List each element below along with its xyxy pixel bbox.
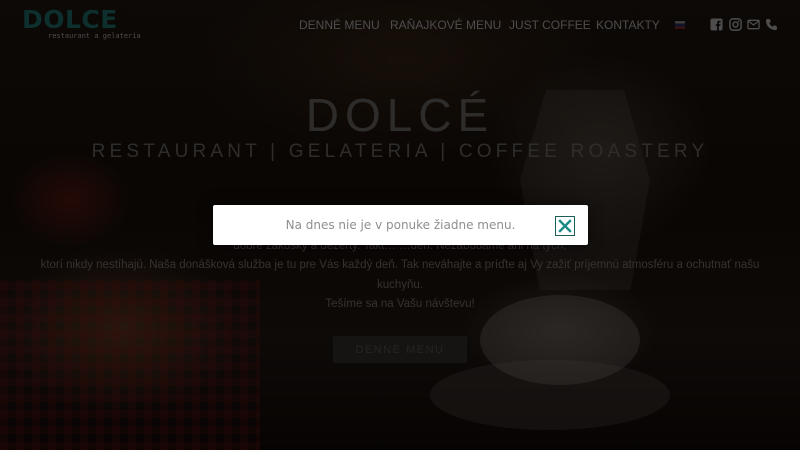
- no-menu-dialog: Na dnes nie je v ponuke žiadne menu.: [213, 205, 588, 245]
- dialog-message: Na dnes nie je v ponuke žiadne menu.: [285, 218, 516, 232]
- close-icon: [558, 219, 572, 233]
- close-button[interactable]: [555, 216, 575, 236]
